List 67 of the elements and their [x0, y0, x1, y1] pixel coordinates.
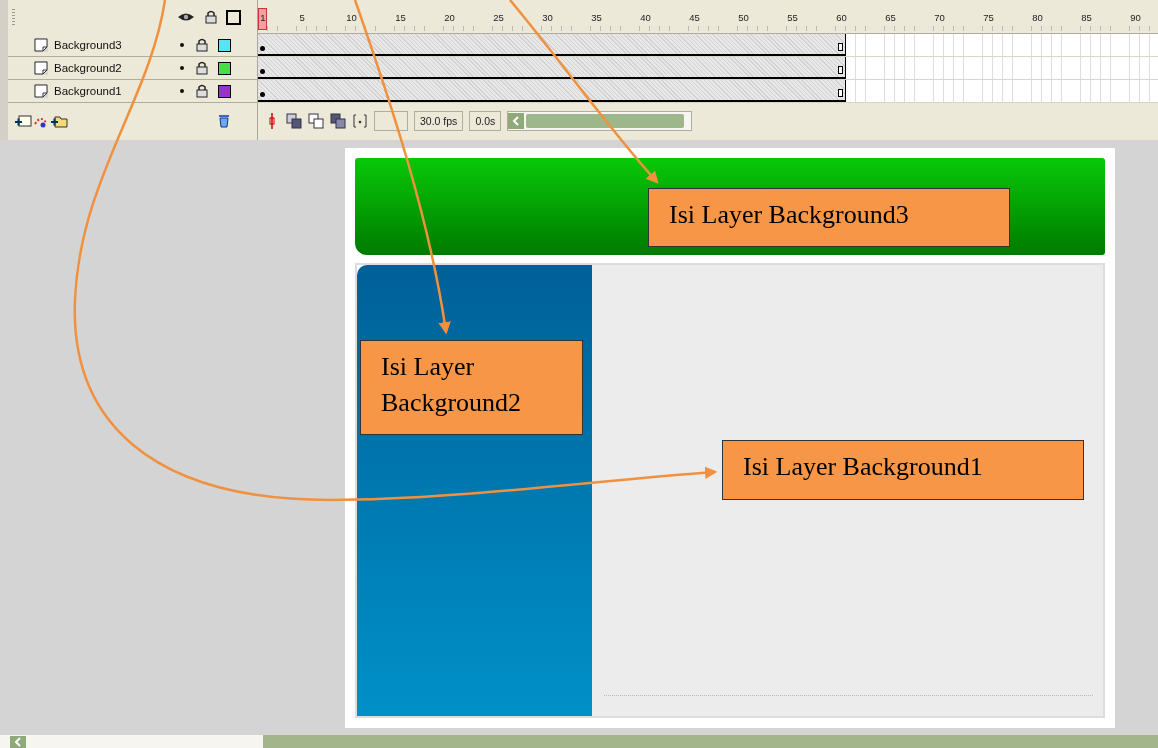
visibility-dot[interactable]	[180, 43, 184, 47]
frame-number: 55	[787, 12, 798, 23]
panel-grip-icon[interactable]	[12, 9, 15, 25]
edit-multiple-frames-icon[interactable]	[330, 113, 346, 129]
frame-number: 1	[259, 12, 267, 23]
frame-number: 40	[640, 12, 651, 23]
playhead[interactable]	[258, 8, 267, 30]
frame-number: 15	[395, 12, 406, 23]
scroll-thumb[interactable]	[263, 735, 1158, 748]
trash-icon[interactable]	[218, 114, 230, 128]
scroll-left-button[interactable]	[10, 735, 26, 748]
frame-number: 10	[346, 12, 357, 23]
frame-number: 70	[934, 12, 945, 23]
visibility-dot[interactable]	[180, 66, 184, 70]
layer-color-swatch[interactable]	[218, 61, 231, 75]
frame-number: 60	[836, 12, 847, 23]
keyframe-dot	[260, 46, 265, 51]
lock-icon[interactable]	[205, 10, 217, 24]
lock-icon[interactable]	[196, 38, 208, 52]
frame-number: 80	[1032, 12, 1043, 23]
callout-label: Isi Layer Background2	[360, 340, 583, 435]
frame-number: 50	[738, 12, 749, 23]
frame-span[interactable]	[258, 34, 846, 56]
end-frame-marker	[838, 89, 843, 97]
callout-label: Isi Layer Background1	[722, 440, 1084, 500]
layer-icon	[34, 84, 48, 98]
frame-span[interactable]	[258, 57, 846, 79]
visibility-dot[interactable]	[180, 89, 184, 93]
frame-span[interactable]	[258, 80, 846, 102]
layer-name[interactable]: Background3	[54, 39, 174, 51]
lock-icon[interactable]	[196, 84, 208, 98]
frame-number: 65	[885, 12, 896, 23]
scroll-left-button[interactable]	[508, 113, 525, 129]
frame-number: 75	[983, 12, 994, 23]
frame-rate-field[interactable]: 30.0 fps	[414, 111, 464, 131]
outline-icon[interactable]	[226, 9, 241, 25]
add-layer-icon[interactable]	[14, 114, 32, 128]
frame-number: 45	[689, 12, 700, 23]
layer-name[interactable]: Background2	[54, 62, 174, 74]
frame-number: 20	[444, 12, 455, 23]
frame-number: 90	[1130, 12, 1141, 23]
frame-number: 85	[1081, 12, 1092, 23]
frame-number: 25	[493, 12, 504, 23]
elapsed-time-field[interactable]: 0.0s	[469, 111, 502, 131]
end-frame-marker	[838, 43, 843, 51]
eye-icon[interactable]	[177, 12, 195, 22]
horizontal-scrollbar[interactable]	[0, 735, 1158, 748]
bracket-icon[interactable]	[352, 113, 368, 129]
frame-number: 5	[298, 12, 306, 23]
horizontal-scrollbar[interactable]	[507, 111, 693, 131]
keyframe-dot	[260, 69, 265, 74]
onion-skin-icon[interactable]	[286, 113, 302, 129]
layer-color-swatch[interactable]	[218, 38, 231, 52]
layer-color-swatch[interactable]	[218, 84, 231, 98]
end-frame-marker	[838, 66, 843, 74]
layer-name[interactable]: Background1	[54, 85, 174, 97]
layer-icon	[34, 38, 48, 52]
onion-outline-icon[interactable]	[308, 113, 324, 129]
add-folder-icon[interactable]	[50, 114, 68, 128]
callout-label: Isi Layer Background3	[648, 188, 1010, 247]
current-frame-field[interactable]	[374, 111, 408, 131]
layer-icon	[34, 61, 48, 75]
lock-icon[interactable]	[196, 61, 208, 75]
frame-number: 35	[591, 12, 602, 23]
keyframe-dot	[260, 92, 265, 97]
frame-number: 30	[542, 12, 553, 23]
scroll-thumb[interactable]	[526, 114, 685, 128]
